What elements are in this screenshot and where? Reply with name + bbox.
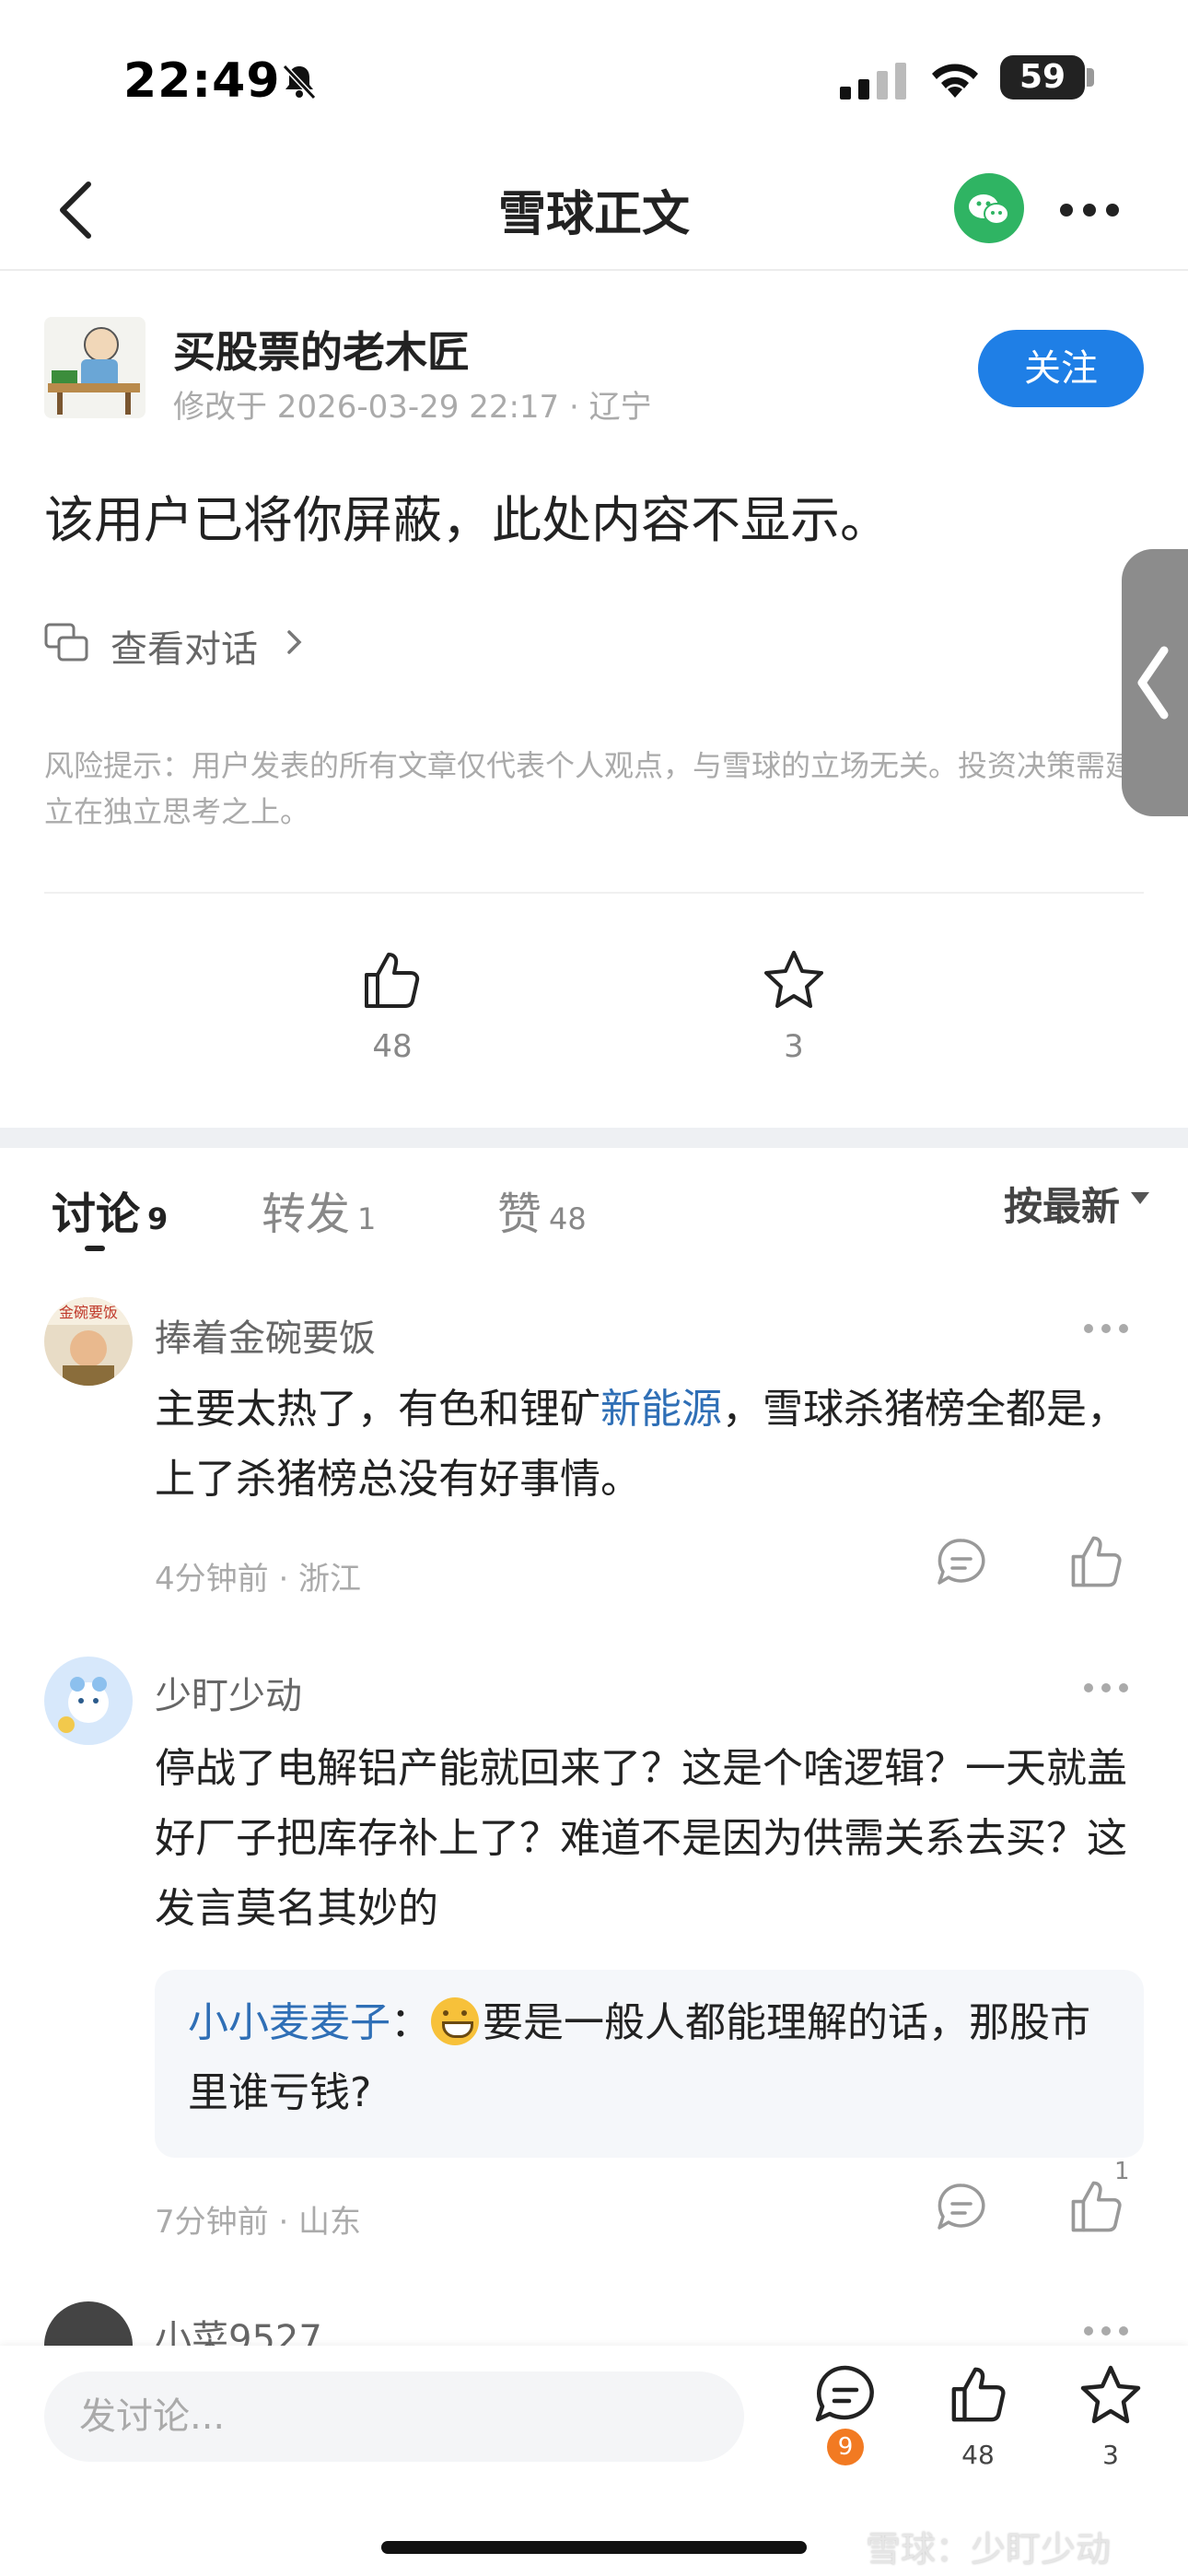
more-options-icon[interactable] <box>1059 203 1120 217</box>
favorite-count: 3 <box>784 1028 804 1065</box>
comment-username[interactable]: 捧着金碗要饭 <box>155 1308 376 1362</box>
tab-discussion[interactable]: 讨论 9 <box>52 1177 168 1242</box>
side-panel-handle[interactable] <box>1122 549 1188 816</box>
wechat-share-icon[interactable] <box>954 173 1024 243</box>
reply-icon[interactable] <box>934 2180 989 2235</box>
like-icon[interactable] <box>949 2364 1009 2425</box>
home-indicator[interactable] <box>381 2541 807 2554</box>
comment-count-badge: 9 <box>827 2429 864 2465</box>
avatar[interactable] <box>44 1657 133 1745</box>
author-name[interactable]: 买股票的老木匠 <box>173 319 470 380</box>
view-conversation-link[interactable]: 查看对话 <box>111 619 258 673</box>
star-icon[interactable] <box>1079 2364 1142 2427</box>
author-avatar[interactable] <box>44 317 146 418</box>
wifi-icon <box>926 57 984 100</box>
post-meta: 修改于 2026-03-29 22:17 · 辽宁 <box>173 389 652 426</box>
comment-text: 停战了电解铝产能就回来了？这是个啥逻辑？一天就盖好厂子把库存补上了？难道不是因为… <box>155 1745 1127 1932</box>
grinning-emoji-icon <box>431 1997 479 2045</box>
reply-icon[interactable] <box>934 1535 989 1590</box>
comment-like-count: 1 <box>1114 2158 1130 2185</box>
star-icon[interactable] <box>763 949 825 1012</box>
bell-muted-icon <box>279 61 320 101</box>
comment-meta: 4分钟前 · 浙江 <box>155 1561 362 1598</box>
quoted-username[interactable]: 小小麦麦子 <box>188 1999 390 2046</box>
nav-divider <box>0 269 1188 271</box>
section-separator <box>0 1128 1188 1148</box>
svg-text:金碗要饭: 金碗要饭 <box>59 1304 118 1321</box>
battery-tip <box>1087 68 1094 87</box>
avatar[interactable]: 金碗要饭 <box>44 1297 133 1386</box>
like-icon[interactable] <box>1068 1533 1125 1590</box>
comment-meta: 7分钟前 · 山东 <box>155 2204 362 2241</box>
like-icon[interactable] <box>1068 2178 1125 2235</box>
status-time: 22:49 <box>123 53 281 109</box>
comment-icon[interactable] <box>814 2364 877 2425</box>
comment-username[interactable]: 少盯少动 <box>155 1666 302 1719</box>
sort-dropdown[interactable]: 按最新 <box>1004 1176 1120 1232</box>
stock-topic-link[interactable]: 新能源 <box>600 1386 722 1433</box>
tab-reposts[interactable]: 转发 1 <box>262 1177 376 1242</box>
quoted-reply[interactable]: 小小麦麦子： 要是一般人都能理解的话，那股市里谁亏钱? <box>155 1970 1144 2158</box>
post-body: 该用户已将你屏蔽，此处内容不显示。 <box>44 491 890 549</box>
watermark: 雪球：少盯少动 <box>866 2529 1112 2570</box>
battery-indicator: 59 <box>1000 55 1085 100</box>
content-divider <box>44 892 1144 894</box>
cellular-signal-icon <box>840 63 910 100</box>
more-options-icon[interactable] <box>1083 1682 1129 1693</box>
more-options-icon[interactable] <box>1083 1323 1129 1334</box>
caret-down-icon[interactable] <box>1131 1192 1149 1205</box>
bottom-like-count: 48 <box>961 2440 995 2470</box>
risk-notice: 风险提示：用户发表的所有文章仅代表个人观点，与雪球的立场无关。投资决策需建立在独… <box>44 748 1136 829</box>
like-count: 48 <box>372 1028 413 1065</box>
conversation-icon[interactable] <box>44 623 88 663</box>
bottom-fav-count: 3 <box>1102 2440 1119 2470</box>
comment-text: 主要太热了，有色和锂矿新能源，雪球杀猪榜全都是，上了杀猪榜总没有好事情。 <box>155 1386 1127 1503</box>
like-icon[interactable] <box>361 949 424 1012</box>
follow-button[interactable]: 关注 <box>978 330 1144 407</box>
chevron-right-icon <box>285 628 304 656</box>
tab-active-indicator <box>85 1246 105 1251</box>
comment-input[interactable]: 发讨论... <box>44 2371 744 2462</box>
tab-likes[interactable]: 赞 48 <box>497 1177 587 1242</box>
more-options-icon[interactable] <box>1083 2325 1129 2336</box>
